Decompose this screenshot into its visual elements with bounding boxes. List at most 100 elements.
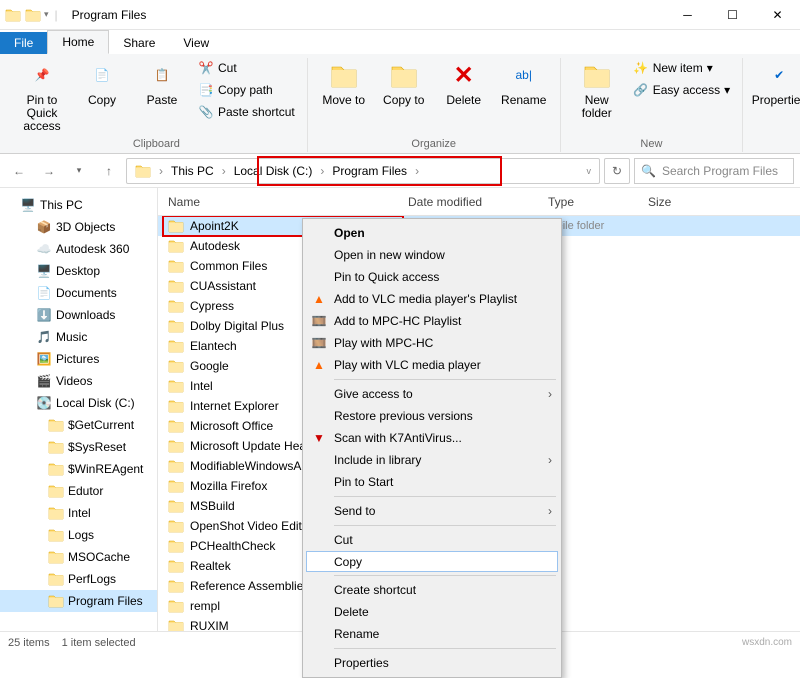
copypath-icon: 📑: [198, 82, 214, 98]
forward-button[interactable]: →: [36, 158, 62, 184]
search-input[interactable]: 🔍 Search Program Files: [634, 158, 794, 184]
ctx-vlc-playlist[interactable]: ▲Add to VLC media player's Playlist: [306, 288, 558, 310]
sidebar-label: Music: [56, 330, 87, 344]
ctx-create-shortcut[interactable]: Create shortcut: [306, 579, 558, 601]
title-bar: ▾ | Program Files ─ ☐ ✕: [0, 0, 800, 30]
pin-button[interactable]: 📌Pin to Quick access: [14, 58, 70, 136]
ribbon-group-new: New folder ✨New item ▾ 🔗Easy access ▾ Ne…: [561, 58, 743, 152]
new-folder-button[interactable]: New folder: [569, 58, 625, 122]
paste-shortcut-button[interactable]: 📎Paste shortcut: [194, 102, 299, 122]
sidebar-item[interactable]: 📦3D Objects: [0, 216, 157, 238]
ctx-open[interactable]: Open: [306, 222, 558, 244]
sidebar-item[interactable]: 🎵Music: [0, 326, 157, 348]
sidebar-item[interactable]: 🖥️Desktop: [0, 260, 157, 282]
move-to-button[interactable]: Move to: [316, 58, 372, 109]
col-size[interactable]: Size: [638, 195, 718, 209]
ctx-include-library[interactable]: Include in library›: [306, 449, 558, 471]
sidebar-label: Intel: [68, 506, 91, 520]
col-type[interactable]: Type: [538, 195, 638, 209]
down-icon: ⬇️: [36, 307, 52, 323]
back-button[interactable]: ←: [6, 158, 32, 184]
minimize-button[interactable]: ─: [665, 0, 710, 30]
folder-icon: [48, 505, 64, 521]
up-button[interactable]: ↑: [96, 158, 122, 184]
chevron-right-icon: ›: [548, 453, 552, 467]
maximize-button[interactable]: ☐: [710, 0, 755, 30]
rename-icon: ab|: [508, 60, 540, 92]
ctx-cut[interactable]: Cut: [306, 529, 558, 551]
sidebar-label: 3D Objects: [56, 220, 115, 234]
easy-access-button[interactable]: 🔗Easy access ▾: [629, 80, 734, 100]
navigation-pane[interactable]: 🖥️This PC📦3D Objects☁️Autodesk 360🖥️Desk…: [0, 188, 158, 631]
copy-button[interactable]: 📄Copy: [74, 58, 130, 109]
ctx-pin-start[interactable]: Pin to Start: [306, 471, 558, 493]
disk-icon: 💽: [36, 395, 52, 411]
sidebar-label: MSOCache: [68, 550, 130, 564]
rename-button[interactable]: ab|Rename: [496, 58, 552, 109]
sidebar-item[interactable]: 🖥️This PC: [0, 194, 157, 216]
ctx-rename[interactable]: Rename: [306, 623, 558, 645]
sidebar-item[interactable]: ⬇️Downloads: [0, 304, 157, 326]
crumb-program-files[interactable]: Program Files: [326, 159, 413, 183]
qat-item[interactable]: [24, 6, 42, 24]
search-icon: 🔍: [641, 164, 656, 178]
sidebar-item[interactable]: Intel: [0, 502, 157, 524]
ctx-properties[interactable]: Properties: [306, 652, 558, 674]
cut-button[interactable]: ✂️Cut: [194, 58, 299, 78]
crumb-local-disk[interactable]: Local Disk (C:): [228, 159, 319, 183]
sidebar-label: Desktop: [56, 264, 100, 278]
properties-button[interactable]: ✔Properties: [751, 58, 800, 109]
chevron-right-icon: ›: [548, 387, 552, 401]
delete-button[interactable]: ✕Delete: [436, 58, 492, 109]
copy-path-button[interactable]: 📑Copy path: [194, 80, 299, 100]
address-dropdown[interactable]: v: [581, 166, 598, 176]
sidebar-item[interactable]: 🖼️Pictures: [0, 348, 157, 370]
sidebar-item[interactable]: MSOCache: [0, 546, 157, 568]
sidebar-item[interactable]: Program Files: [0, 590, 157, 612]
paste-button[interactable]: 📋Paste: [134, 58, 190, 109]
ctx-delete[interactable]: Delete: [306, 601, 558, 623]
refresh-button[interactable]: ↻: [604, 158, 630, 184]
chevron-right-icon[interactable]: ›: [157, 164, 165, 178]
ctx-play-vlc[interactable]: ▲Play with VLC media player: [306, 354, 558, 376]
sidebar-item[interactable]: 📄Documents: [0, 282, 157, 304]
chevron-right-icon[interactable]: ›: [318, 164, 326, 178]
ctx-open-new-window[interactable]: Open in new window: [306, 244, 558, 266]
col-date[interactable]: Date modified: [398, 195, 538, 209]
ctx-mpc-playlist[interactable]: 🎞️Add to MPC-HC Playlist: [306, 310, 558, 332]
sidebar-item[interactable]: Edutor: [0, 480, 157, 502]
ctx-pin-quick-access[interactable]: Pin to Quick access: [306, 266, 558, 288]
tab-file[interactable]: File: [0, 32, 47, 54]
chevron-right-icon[interactable]: ›: [413, 164, 421, 178]
ctx-scan-k7[interactable]: ▼Scan with K7AntiVirus...: [306, 427, 558, 449]
sidebar-item[interactable]: ☁️Autodesk 360: [0, 238, 157, 260]
breadcrumb[interactable]: › This PC › Local Disk (C:) › Program Fi…: [126, 158, 600, 184]
sidebar-item[interactable]: Logs: [0, 524, 157, 546]
sidebar-item[interactable]: PerfLogs: [0, 568, 157, 590]
videos-icon: 🎬: [36, 373, 52, 389]
crumb-this-pc[interactable]: This PC: [165, 159, 220, 183]
pin-icon: 📌: [26, 60, 58, 92]
tab-share[interactable]: Share: [109, 32, 169, 54]
tab-home[interactable]: Home: [47, 30, 109, 54]
col-name[interactable]: Name: [158, 195, 398, 209]
new-item-button[interactable]: ✨New item ▾: [629, 58, 734, 78]
sidebar-item[interactable]: 🎬Videos: [0, 370, 157, 392]
folder-icon: [168, 378, 184, 394]
breadcrumb-icon[interactable]: [129, 159, 157, 183]
chevron-right-icon[interactable]: ›: [220, 164, 228, 178]
ctx-send-to[interactable]: Send to›: [306, 500, 558, 522]
copy-to-button[interactable]: Copy to: [376, 58, 432, 109]
sidebar-item[interactable]: $SysReset: [0, 436, 157, 458]
ctx-restore-versions[interactable]: Restore previous versions: [306, 405, 558, 427]
sidebar-item[interactable]: 💽Local Disk (C:): [0, 392, 157, 414]
recent-dropdown[interactable]: ▾: [66, 158, 92, 184]
sidebar-item[interactable]: $GetCurrent: [0, 414, 157, 436]
sidebar-item[interactable]: $WinREAgent: [0, 458, 157, 480]
ctx-give-access[interactable]: Give access to›: [306, 383, 558, 405]
tab-view[interactable]: View: [169, 32, 223, 54]
qat-dropdown[interactable]: ▾: [44, 9, 49, 20]
ctx-copy[interactable]: Copy: [306, 551, 558, 572]
close-button[interactable]: ✕: [755, 0, 800, 30]
ctx-play-mpc[interactable]: 🎞️Play with MPC-HC: [306, 332, 558, 354]
